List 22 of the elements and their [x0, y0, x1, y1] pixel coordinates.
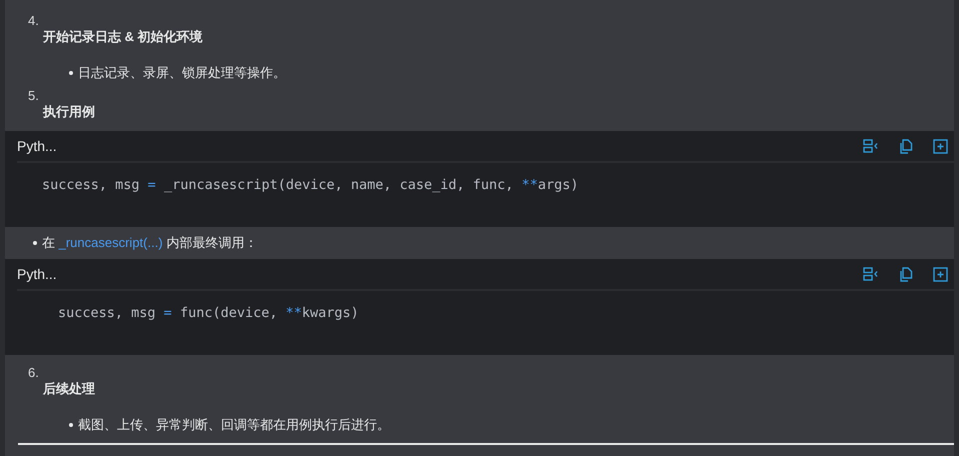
copy-icon[interactable]: [899, 266, 913, 282]
language-label: Pyth...: [17, 138, 57, 154]
wrap-icon[interactable]: [863, 267, 879, 281]
code-line: success, msg = func(device, **kwargs): [58, 305, 359, 321]
copy-icon[interactable]: [899, 138, 913, 154]
expand-icon[interactable]: [933, 138, 948, 154]
list-number: 5.: [28, 87, 39, 104]
bullet-icon: [33, 241, 37, 245]
step-title: 执行用例: [42, 104, 95, 120]
bullet-icon: [69, 423, 73, 427]
language-label: Pyth...: [17, 266, 57, 282]
step-title: 后续处理: [42, 381, 95, 397]
code-line: success, msg = _runcasescript(device, name, case_id, func, **args): [42, 177, 578, 193]
list-number: 6.: [28, 364, 39, 381]
list-number: 4.: [28, 12, 39, 29]
step-title: 开始记录日志 & 初始化环境: [42, 29, 203, 45]
bullet-icon: [69, 71, 73, 75]
bullet-text: 在 _runcasescript(...) 内部最终调用：: [42, 234, 258, 252]
wrap-icon[interactable]: [863, 139, 879, 153]
bullet-text: 日志记录、录屏、锁屏处理等操作。: [78, 64, 286, 82]
bullet-text: 截图、上传、异常判断、回调等都在用例执行后进行。: [78, 416, 390, 434]
expand-icon[interactable]: [933, 266, 948, 282]
